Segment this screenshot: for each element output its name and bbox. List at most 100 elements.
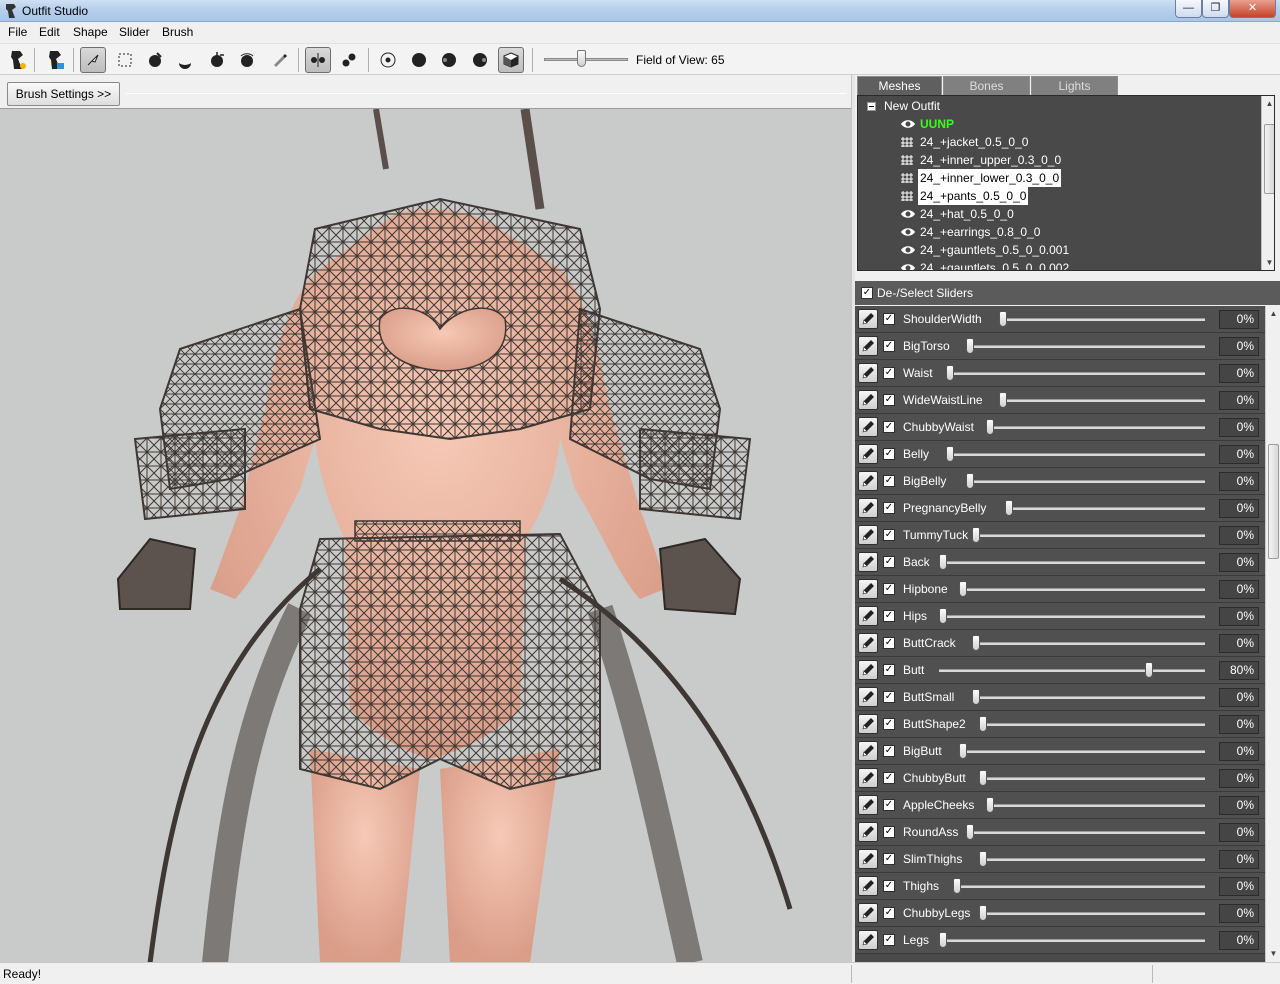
select-tool-icon[interactable] bbox=[80, 47, 106, 73]
edit-slider-button[interactable] bbox=[858, 444, 878, 464]
slider-checkbox[interactable]: ✓ bbox=[883, 583, 895, 595]
slider-value[interactable]: 0% bbox=[1219, 472, 1259, 491]
slider-checkbox[interactable]: ✓ bbox=[883, 448, 895, 460]
edit-slider-button[interactable] bbox=[858, 552, 878, 572]
slider-track[interactable] bbox=[985, 426, 1205, 429]
slider-value[interactable]: 0% bbox=[1219, 310, 1259, 329]
slider-checkbox[interactable]: ✓ bbox=[883, 367, 895, 379]
weight-brush-icon[interactable] bbox=[266, 47, 292, 73]
edit-slider-button[interactable] bbox=[858, 309, 878, 329]
mesh-tree[interactable]: New Outfit UUNP 24_+jacket_0.5_0_0 24_+inn… bbox=[857, 95, 1275, 271]
minimize-button[interactable]: — bbox=[1175, 0, 1202, 18]
connected-only-icon[interactable] bbox=[336, 47, 362, 73]
slider-value[interactable]: 0% bbox=[1219, 769, 1259, 788]
grid-icon[interactable] bbox=[900, 154, 916, 166]
slider-thumb[interactable] bbox=[972, 527, 981, 543]
slider-checkbox[interactable]: ✓ bbox=[883, 529, 895, 541]
edit-slider-button[interactable] bbox=[858, 768, 878, 788]
slider-value[interactable]: 80% bbox=[1219, 661, 1259, 680]
eye-icon[interactable] bbox=[900, 118, 916, 130]
slider-thumb[interactable] bbox=[939, 608, 948, 624]
slider-value[interactable]: 0% bbox=[1219, 634, 1259, 653]
edit-slider-button[interactable] bbox=[858, 849, 878, 869]
menu-slider[interactable]: Slider bbox=[119, 25, 150, 39]
slider-thumb[interactable] bbox=[939, 932, 948, 948]
slider-thumb[interactable] bbox=[939, 554, 948, 570]
brush-falloff-icon[interactable] bbox=[436, 47, 462, 73]
slider-checkbox[interactable]: ✓ bbox=[883, 610, 895, 622]
slider-value[interactable]: 0% bbox=[1219, 418, 1259, 437]
slider-track[interactable] bbox=[979, 858, 1205, 861]
edit-slider-button[interactable] bbox=[858, 660, 878, 680]
slider-thumb[interactable] bbox=[979, 851, 987, 867]
slider-track[interactable] bbox=[952, 885, 1205, 888]
slider-checkbox[interactable]: ✓ bbox=[883, 502, 895, 514]
slider-track[interactable] bbox=[939, 669, 1205, 672]
wireframe-cube-icon[interactable] bbox=[498, 47, 524, 73]
load-reference-icon[interactable] bbox=[4, 47, 30, 73]
slider-checkbox[interactable]: ✓ bbox=[883, 745, 895, 757]
slider-thumb[interactable] bbox=[972, 689, 981, 705]
edit-slider-button[interactable] bbox=[858, 363, 878, 383]
edit-slider-button[interactable] bbox=[858, 498, 878, 518]
move-brush-icon[interactable] bbox=[204, 47, 230, 73]
mesh-item[interactable]: 24_+hat_0.5_0_0 bbox=[858, 205, 1258, 223]
scroll-up-icon[interactable]: ▲ bbox=[1266, 306, 1280, 321]
menu-edit[interactable]: Edit bbox=[39, 25, 60, 39]
eye-icon[interactable] bbox=[900, 208, 916, 220]
slider-checkbox[interactable]: ✓ bbox=[883, 799, 895, 811]
slider-thumb[interactable] bbox=[965, 473, 974, 489]
maximize-button[interactable]: ❐ bbox=[1202, 0, 1229, 18]
slider-thumb[interactable] bbox=[972, 635, 981, 651]
eye-icon[interactable] bbox=[900, 244, 916, 256]
slider-track[interactable] bbox=[979, 723, 1205, 726]
slider-track[interactable] bbox=[972, 642, 1205, 645]
slider-track[interactable] bbox=[979, 912, 1205, 915]
slider-value[interactable]: 0% bbox=[1219, 553, 1259, 572]
edit-slider-button[interactable] bbox=[858, 903, 878, 923]
slider-value[interactable]: 0% bbox=[1219, 688, 1259, 707]
scroll-down-icon[interactable]: ▼ bbox=[1266, 946, 1280, 961]
slider-track[interactable] bbox=[939, 615, 1205, 618]
smooth-brush-icon[interactable] bbox=[234, 47, 260, 73]
slider-value[interactable]: 0% bbox=[1219, 823, 1259, 842]
slider-thumb[interactable] bbox=[979, 770, 987, 786]
slider-checkbox[interactable]: ✓ bbox=[883, 664, 895, 676]
slider-list-scrollbar[interactable]: ▲ ▼ bbox=[1265, 306, 1280, 962]
grid-icon[interactable] bbox=[900, 190, 916, 202]
eye-icon[interactable] bbox=[900, 262, 916, 271]
slider-thumb[interactable] bbox=[998, 392, 1007, 408]
mesh-item[interactable]: 24_+pants_0.5_0_0 bbox=[858, 187, 1258, 205]
mesh-item[interactable]: 24_+gauntlets_0.5_0_0.001 bbox=[858, 241, 1258, 259]
slider-thumb[interactable] bbox=[946, 446, 954, 462]
edit-slider-button[interactable] bbox=[858, 471, 878, 491]
slider-value[interactable]: 0% bbox=[1219, 931, 1259, 950]
slider-checkbox[interactable]: ✓ bbox=[883, 475, 895, 487]
tab-lights[interactable]: Lights bbox=[1031, 76, 1118, 95]
eye-icon[interactable] bbox=[900, 226, 916, 238]
mesh-item[interactable]: 24_+jacket_0.5_0_0 bbox=[858, 133, 1258, 151]
slider-value[interactable]: 0% bbox=[1219, 499, 1259, 518]
slider-checkbox[interactable]: ✓ bbox=[883, 880, 895, 892]
slider-track[interactable] bbox=[939, 939, 1205, 942]
slider-checkbox[interactable]: ✓ bbox=[883, 637, 895, 649]
slider-value[interactable]: 0% bbox=[1219, 742, 1259, 761]
tab-meshes[interactable]: Meshes bbox=[857, 76, 942, 95]
slider-track[interactable] bbox=[998, 399, 1205, 402]
slider-value[interactable]: 0% bbox=[1219, 715, 1259, 734]
edit-slider-button[interactable] bbox=[858, 822, 878, 842]
slider-thumb[interactable] bbox=[965, 338, 974, 354]
slider-value[interactable]: 0% bbox=[1219, 337, 1259, 356]
scroll-thumb[interactable] bbox=[1268, 444, 1279, 559]
symmetry-icon[interactable] bbox=[305, 47, 331, 73]
edit-slider-button[interactable] bbox=[858, 390, 878, 410]
3d-viewport[interactable] bbox=[0, 108, 851, 962]
slider-track[interactable] bbox=[959, 588, 1205, 591]
slider-value[interactable]: 0% bbox=[1219, 526, 1259, 545]
slider-checkbox[interactable]: ✓ bbox=[883, 934, 895, 946]
edit-slider-button[interactable] bbox=[858, 336, 878, 356]
edit-slider-button[interactable] bbox=[858, 795, 878, 815]
edit-slider-button[interactable] bbox=[858, 930, 878, 950]
slider-track[interactable] bbox=[979, 777, 1205, 780]
slider-track[interactable] bbox=[946, 453, 1205, 456]
